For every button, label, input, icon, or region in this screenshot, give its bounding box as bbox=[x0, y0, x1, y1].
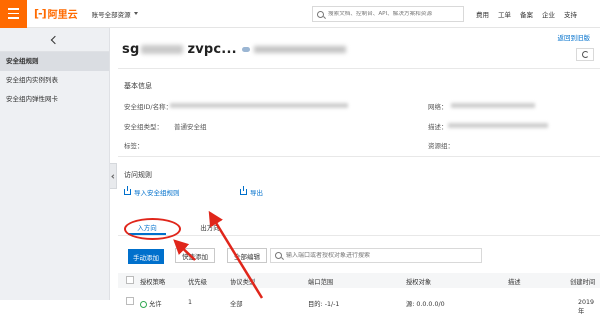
tabs-divider bbox=[118, 235, 600, 236]
account-resource-selector[interactable]: 账号全部资源 bbox=[92, 9, 138, 19]
logo-mark-icon: [-] bbox=[34, 7, 47, 20]
menu-icon[interactable] bbox=[0, 0, 27, 28]
refresh-icon bbox=[581, 51, 589, 58]
check-circle-icon bbox=[140, 300, 147, 308]
page-title: zvpc... bbox=[187, 41, 237, 57]
sidebar: 安全组规则 安全组内实例列表 安全组内弹性网卡 bbox=[0, 28, 110, 300]
col-created: 创建时间 bbox=[570, 279, 596, 286]
description-label: 描述： bbox=[428, 123, 448, 131]
select-all-checkbox[interactable] bbox=[126, 276, 134, 284]
import-icon bbox=[124, 186, 131, 195]
col-port-range: 端口范围 bbox=[308, 279, 334, 286]
row-policy-text: 允许 bbox=[149, 301, 162, 308]
row-created: 2019年 bbox=[578, 299, 595, 315]
tab-outbound[interactable]: 出方向 bbox=[190, 222, 230, 232]
resource-group-label: 资源组： bbox=[428, 142, 454, 150]
rule-search[interactable] bbox=[270, 248, 482, 263]
col-priority: 优先级 bbox=[188, 279, 207, 286]
redacted-id-name bbox=[170, 103, 348, 108]
export-label: 导出 bbox=[250, 189, 263, 197]
row-port-range: 目的: -1/-1 bbox=[308, 301, 340, 308]
nav-enterprise[interactable]: 企业 bbox=[542, 9, 555, 19]
vpc-icon bbox=[241, 46, 250, 52]
col-auth-object: 授权对象 bbox=[406, 279, 432, 286]
redacted-description bbox=[448, 123, 548, 128]
search-icon bbox=[275, 252, 282, 259]
nav-billing[interactable]: 费用 bbox=[476, 9, 489, 19]
redacted-network bbox=[451, 103, 535, 108]
type-value: 普通安全组 bbox=[174, 123, 207, 131]
rule-search-input[interactable] bbox=[286, 252, 476, 259]
manual-add-button[interactable]: 手动添加 bbox=[128, 249, 164, 264]
col-protocol: 协议类型 bbox=[230, 279, 256, 286]
col-description: 描述 bbox=[508, 279, 521, 286]
export-link[interactable]: 导出 bbox=[240, 186, 263, 197]
nav-support[interactable]: 支持 bbox=[564, 9, 577, 19]
chevron-left-icon bbox=[110, 173, 116, 179]
row-checkbox[interactable] bbox=[126, 297, 134, 305]
access-rules-title: 访问规则 bbox=[124, 171, 152, 179]
nav-icp[interactable]: 备案 bbox=[520, 9, 533, 19]
tags-label: 标签： bbox=[124, 142, 144, 150]
redacted-vpc bbox=[253, 45, 346, 53]
sidebar-back-button[interactable] bbox=[0, 28, 109, 52]
page-title-prefix: sg bbox=[122, 41, 140, 57]
sidebar-item-rules[interactable]: 安全组规则 bbox=[0, 52, 109, 71]
global-search-input[interactable] bbox=[328, 11, 458, 17]
chevron-down-icon bbox=[133, 12, 138, 15]
import-rules-link[interactable]: 导入安全组规则 bbox=[124, 186, 180, 197]
import-rules-label: 导入安全组规则 bbox=[134, 189, 180, 197]
quick-add-button[interactable]: 快速添加 bbox=[175, 248, 215, 263]
logo-text: 阿里云 bbox=[47, 10, 78, 21]
back-to-old-version-link[interactable]: 返回到旧版 bbox=[558, 32, 591, 42]
export-icon bbox=[240, 186, 247, 195]
chevron-left-icon bbox=[50, 35, 59, 44]
header-actions: 返回到旧版 bbox=[558, 32, 594, 61]
refresh-button[interactable] bbox=[576, 48, 594, 61]
row-auth-object: 源: 0.0.0.0/0 bbox=[406, 301, 445, 308]
aliyun-logo[interactable]: [-] 阿里云 bbox=[34, 0, 78, 28]
page-header: sg zvpc... bbox=[118, 38, 600, 60]
global-search[interactable] bbox=[312, 6, 464, 22]
row-policy: 允许 bbox=[140, 299, 162, 308]
network-label: 网络： bbox=[428, 103, 448, 111]
row-priority: 1 bbox=[188, 299, 193, 306]
redacted-id bbox=[141, 44, 184, 54]
main-content: sg zvpc... 返回到旧版 基本信息 安全组ID/名称： 网络： 安全组类… bbox=[118, 28, 600, 315]
search-icon bbox=[317, 10, 324, 18]
sidebar-item-instances[interactable]: 安全组内实例列表 bbox=[0, 71, 109, 90]
row-protocol: 全部 bbox=[230, 301, 243, 308]
sidebar-item-enis[interactable]: 安全组内弹性网卡 bbox=[0, 90, 109, 109]
top-nav: 费用 工单 备案 企业 支持 bbox=[476, 0, 577, 28]
account-selector-label: 账号全部资源 bbox=[91, 10, 131, 19]
nav-tickets[interactable]: 工单 bbox=[498, 9, 511, 19]
basic-info-title: 基本信息 bbox=[124, 82, 152, 90]
divider bbox=[118, 68, 600, 69]
divider bbox=[118, 156, 600, 157]
top-bar: [-] 阿里云 账号全部资源 费用 工单 备案 企业 支持 bbox=[0, 0, 600, 28]
annotation-ellipse bbox=[124, 218, 181, 240]
type-label: 安全组类型： bbox=[124, 123, 163, 131]
sidebar-collapse-handle[interactable] bbox=[110, 163, 117, 189]
col-policy: 授权策略 bbox=[140, 279, 166, 286]
id-name-label: 安全组ID/名称： bbox=[124, 103, 173, 111]
full-edit-button[interactable]: 全部编辑 bbox=[227, 248, 267, 263]
